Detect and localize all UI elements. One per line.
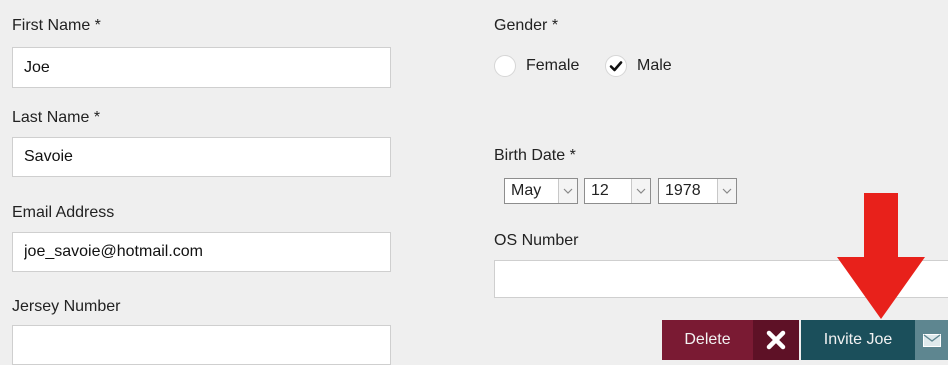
envelope-icon xyxy=(915,320,948,360)
gender-radio-female[interactable]: Female xyxy=(494,55,579,77)
radio-checked-icon xyxy=(605,55,627,77)
email-label: Email Address xyxy=(12,204,115,221)
delete-button-label: Delete xyxy=(684,331,731,348)
birth-month-select[interactable]: May xyxy=(504,178,578,204)
close-icon xyxy=(753,320,799,360)
chevron-down-icon xyxy=(558,179,577,203)
last-name-input[interactable] xyxy=(24,148,379,166)
first-name-input[interactable] xyxy=(24,58,379,77)
os-number-label: OS Number xyxy=(494,232,579,249)
delete-button[interactable]: Delete xyxy=(662,320,799,360)
jersey-number-label: Jersey Number xyxy=(12,298,121,315)
birth-day-value: 12 xyxy=(591,182,609,199)
last-name-label: Last Name * xyxy=(12,109,101,126)
gender-radio-male[interactable]: Male xyxy=(605,55,672,77)
invite-button[interactable]: Invite Joe xyxy=(801,320,948,360)
red-arrow-annotation-icon xyxy=(837,193,925,319)
birth-year-value: 1978 xyxy=(665,182,701,199)
invite-button-label: Invite Joe xyxy=(823,331,893,348)
chevron-down-icon xyxy=(631,179,650,203)
jersey-number-field[interactable] xyxy=(12,325,391,365)
birth-month-value: May xyxy=(511,182,542,199)
chevron-down-icon xyxy=(717,179,736,203)
birth-year-select[interactable]: 1978 xyxy=(658,178,737,204)
jersey-number-input[interactable] xyxy=(24,336,379,354)
first-name-label: First Name * xyxy=(12,17,101,34)
first-name-field[interactable] xyxy=(12,47,391,88)
email-field[interactable] xyxy=(12,232,391,272)
email-input[interactable] xyxy=(24,243,379,261)
gender-option-label: Female xyxy=(526,57,580,74)
gender-label: Gender * xyxy=(494,17,559,34)
radio-unchecked-icon xyxy=(494,55,516,77)
gender-option-label: Male xyxy=(637,57,672,74)
birth-date-label: Birth Date * xyxy=(494,147,576,164)
checkmark-icon xyxy=(609,61,623,72)
last-name-field[interactable] xyxy=(12,137,391,177)
birth-day-select[interactable]: 12 xyxy=(584,178,651,204)
